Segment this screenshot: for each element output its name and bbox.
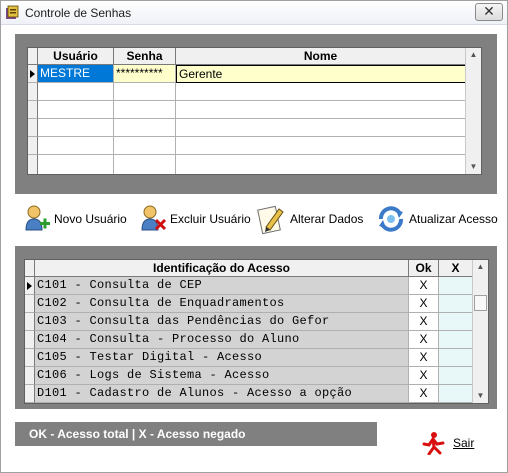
app-icon [6,5,19,19]
scroll-down-arrow-icon[interactable]: ▼ [466,160,481,174]
empty-cell[interactable] [176,83,466,101]
access-identification-cell[interactable]: C105 - Testar Digital - Acesso [35,349,409,367]
x-cell[interactable] [439,277,473,295]
users-grid[interactable]: Usuário Senha Nome MESTRE ********** Ger… [27,47,482,175]
access-vertical-scrollbar[interactable]: ▲ ▼ [472,260,488,403]
scroll-down-arrow-icon[interactable]: ▼ [473,389,488,403]
row-indicator [28,155,38,174]
delete-user-button[interactable]: Excluir Usuário [139,202,251,236]
ok-cell[interactable]: X [409,277,439,295]
row-indicator [25,349,35,367]
edit-document-icon [257,205,284,235]
access-identification-header[interactable]: Identificação do Acesso [35,260,409,277]
empty-cell[interactable] [38,83,114,101]
row-indicator [28,101,38,119]
user-column-header[interactable]: Usuário [38,48,114,65]
exit-label: Sair [453,436,475,450]
empty-cell[interactable] [176,137,466,155]
scroll-up-arrow-icon[interactable]: ▲ [466,48,481,62]
row-indicator [25,277,35,295]
row-indicator [25,385,35,403]
x-cell[interactable] [439,331,473,349]
user-cell[interactable]: MESTRE [38,65,114,83]
empty-cell[interactable] [176,119,466,137]
ok-cell[interactable]: X [409,349,439,367]
title-bar: Controle de Senhas ✕ [1,1,507,25]
access-identification-cell[interactable]: C101 - Consulta de CEP [35,277,409,295]
row-indicator-header [25,260,35,277]
x-column-header[interactable]: X [439,260,473,277]
ok-cell[interactable]: X [409,313,439,331]
password-column-header[interactable]: Senha [114,48,176,65]
ok-column-header[interactable]: Ok [409,260,439,277]
x-cell[interactable] [439,367,473,385]
row-indicator [28,83,38,101]
access-identification-cell[interactable]: C102 - Consulta de Enquadramentos [35,295,409,313]
change-data-label: Alterar Dados [290,212,364,226]
delete-user-icon [141,205,167,231]
x-cell[interactable] [439,349,473,367]
name-cell[interactable]: Gerente [176,65,466,83]
access-identification-cell[interactable]: C103 - Consulta das Pendências do Gefor [35,313,409,331]
password-control-window: Controle de Senhas ✕ Usuário Senha Nome … [0,0,508,473]
empty-cell[interactable] [114,101,176,119]
empty-cell[interactable] [114,137,176,155]
row-indicator [28,119,38,137]
empty-cell[interactable] [38,137,114,155]
empty-cell[interactable] [176,155,466,174]
delete-user-label: Excluir Usuário [170,212,251,226]
refresh-access-icon [379,206,403,232]
change-data-button[interactable]: Alterar Dados [257,202,363,236]
empty-cell[interactable] [114,155,176,174]
x-cell[interactable] [439,385,473,403]
ok-cell[interactable]: X [409,331,439,349]
users-vertical-scrollbar[interactable]: ▲ ▼ [465,48,481,174]
exit-runner-icon [422,432,445,455]
row-indicator [25,331,35,349]
name-column-header[interactable]: Nome [176,48,466,65]
ok-cell[interactable]: X [409,367,439,385]
scroll-thumb[interactable] [474,295,487,311]
empty-cell[interactable] [38,155,114,174]
password-cell[interactable]: ********** [114,65,176,83]
empty-cell[interactable] [38,101,114,119]
new-user-button[interactable]: Novo Usuário [23,202,127,236]
empty-cell[interactable] [38,119,114,137]
access-identification-cell[interactable]: C104 - Consulta - Processo do Aluno [35,331,409,349]
ok-cell[interactable]: X [409,295,439,313]
empty-cell[interactable] [114,119,176,137]
row-indicator [25,313,35,331]
new-user-label: Novo Usuário [54,212,127,226]
access-grid[interactable]: Identificação do Acesso Ok X C101 - Cons… [24,259,489,404]
window-title: Controle de Senhas [25,6,132,20]
x-cell[interactable] [439,295,473,313]
empty-cell[interactable] [114,83,176,101]
access-identification-cell[interactable]: C106 - Logs de Sistema - Acesso [35,367,409,385]
update-access-button[interactable]: Atualizar Acesso [376,202,498,236]
empty-cell[interactable] [176,101,466,119]
update-access-label: Atualizar Acesso [409,212,498,226]
row-indicator-header [28,48,38,65]
row-indicator [25,295,35,313]
access-legend: OK - Acesso total | X - Acesso negado [15,422,377,446]
close-icon: ✕ [483,3,495,19]
close-button[interactable]: ✕ [475,3,503,21]
new-user-icon [25,205,50,231]
access-identification-cell[interactable]: D101 - Cadastro de Alunos - Acesso a opç… [35,385,409,403]
scroll-up-arrow-icon[interactable]: ▲ [473,260,488,274]
row-indicator [25,367,35,385]
access-panel: Identificação do Acesso Ok X C101 - Cons… [15,246,497,409]
users-panel: Usuário Senha Nome MESTRE ********** Ger… [15,34,497,194]
row-indicator [28,137,38,155]
exit-button[interactable]: Sair [421,431,474,455]
ok-cell[interactable]: X [409,385,439,403]
x-cell[interactable] [439,313,473,331]
row-indicator [28,65,38,83]
